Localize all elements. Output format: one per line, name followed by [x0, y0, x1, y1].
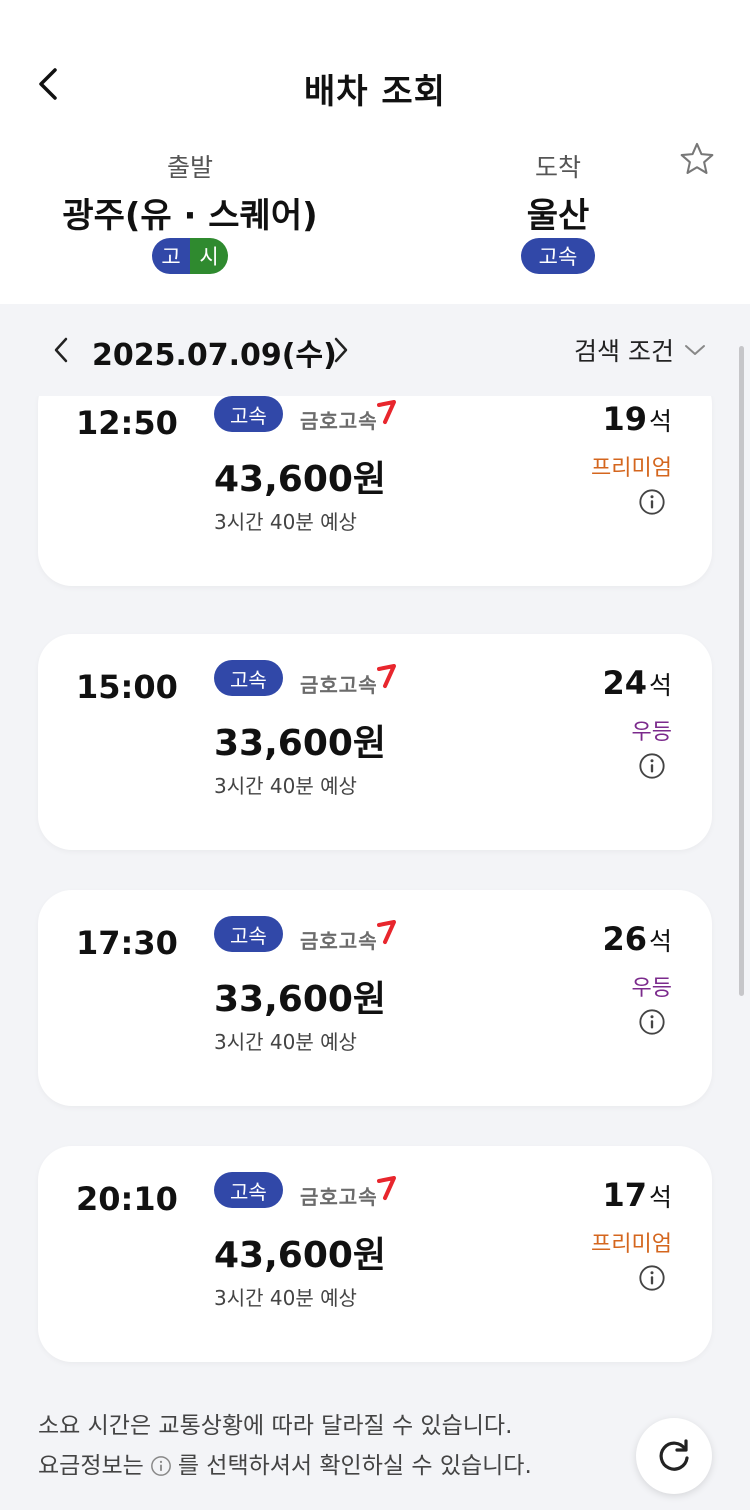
- departure-time: 20:10: [76, 1180, 178, 1218]
- bus-type-badge: 고속: [214, 916, 283, 952]
- remaining-seats: 26 석: [602, 920, 672, 958]
- info-icon: [639, 1009, 665, 1035]
- bus-type-badge: 고속: [214, 1172, 283, 1208]
- notice-line-2: 요금정보는 를 선택하셔서 확인하실 수 있습니다.: [38, 1446, 532, 1486]
- bus-grade: 우등: [631, 976, 672, 1001]
- fare-price: 33,600원: [214, 723, 387, 764]
- chevron-left-icon: [54, 337, 68, 363]
- schedule-list[interactable]: 12:50 고속 금호고속 43,600원 3시간 40분 예상 19 석 프리…: [0, 396, 750, 1390]
- departure-time: 12:50: [76, 404, 178, 442]
- chevron-right-icon: [334, 337, 348, 363]
- bus-company-name: 금호고속: [300, 929, 378, 953]
- selected-date[interactable]: 2025.07.09(수): [92, 330, 337, 374]
- bus-company-name: 금호고속: [300, 673, 378, 697]
- bus-company: 금호고속: [300, 920, 396, 954]
- seat-count: 24: [602, 664, 647, 702]
- fare-price: 43,600원: [214, 459, 387, 500]
- bus-company-name: 금호고속: [300, 1185, 378, 1209]
- seat-unit: 석: [648, 927, 672, 956]
- info-icon: [639, 1265, 665, 1291]
- bus-grade: 프리미엄: [591, 456, 672, 481]
- seat-count: 19: [602, 400, 647, 438]
- kumho-logo-icon: [376, 400, 396, 424]
- departure-time: 15:00: [76, 668, 178, 706]
- fare-info-button[interactable]: [638, 752, 666, 780]
- schedule-card[interactable]: 15:00 고속 금호고속 33,600원 3시간 40분 예상 24 석 우등: [38, 634, 712, 850]
- search-filter-button[interactable]: 검색 조건: [574, 332, 706, 368]
- page-title: 배차 조회: [304, 72, 446, 112]
- refresh-icon: [659, 1439, 689, 1471]
- bus-type-badge: 고속: [214, 660, 283, 696]
- notice-line-2-suffix: 를 선택하셔서 확인하실 수 있습니다.: [177, 1453, 532, 1479]
- seat-unit: 석: [648, 671, 672, 700]
- departure-label: 출발: [166, 153, 213, 182]
- fare-info-button[interactable]: [638, 1264, 666, 1292]
- departure-type-badge: 고 시: [152, 238, 228, 274]
- notice-line-2-prefix: 요금정보는: [38, 1453, 144, 1479]
- remaining-seats: 19 석: [602, 400, 672, 438]
- previous-date-button[interactable]: [46, 332, 76, 368]
- arrival-terminal[interactable]: 도착 울산 고속: [398, 148, 718, 274]
- scrollbar[interactable]: [739, 346, 744, 996]
- remaining-seats: 24 석: [602, 664, 672, 702]
- arrival-name: 울산: [526, 196, 590, 236]
- next-date-button[interactable]: [326, 332, 356, 368]
- schedule-card[interactable]: 12:50 고속 금호고속 43,600원 3시간 40분 예상 19 석 프리…: [38, 396, 712, 586]
- chevron-down-icon: [685, 345, 705, 355]
- bus-company-name: 금호고속: [300, 409, 378, 433]
- estimated-duration: 3시간 40분 예상: [214, 510, 357, 534]
- estimated-duration: 3시간 40분 예상: [214, 774, 357, 798]
- intercity-badge: 시: [190, 238, 228, 274]
- fare-info-button[interactable]: [638, 488, 666, 516]
- remaining-seats: 17 석: [602, 1176, 672, 1214]
- departure-name: 광주(유 · 스퀘어): [62, 196, 318, 236]
- date-bar: 2025.07.09(수) 검색 조건: [0, 304, 750, 396]
- arrival-label: 도착: [534, 153, 581, 182]
- fare-info-button[interactable]: [638, 1008, 666, 1036]
- seat-count: 26: [602, 920, 647, 958]
- header: 배차 조회 출발 광주(유 · 스퀘어) 고 시 도착 울산 고속: [0, 0, 750, 304]
- fare-price: 43,600원: [214, 1235, 387, 1276]
- bus-company: 금호고속: [300, 1176, 396, 1210]
- estimated-duration: 3시간 40분 예상: [214, 1286, 357, 1310]
- seat-unit: 석: [648, 407, 672, 436]
- info-icon: [639, 489, 665, 515]
- departure-time: 17:30: [76, 924, 178, 962]
- schedule-card[interactable]: 20:10 고속 금호고속 43,600원 3시간 40분 예상 17 석 프리…: [38, 1146, 712, 1362]
- bus-company: 금호고속: [300, 664, 396, 698]
- search-filter-label: 검색 조건: [574, 337, 674, 366]
- notice-text: 소요 시간은 교통상황에 따라 달라질 수 있습니다. 요금정보는 를 선택하셔…: [38, 1406, 532, 1486]
- bus-grade: 우등: [631, 720, 672, 745]
- departure-terminal[interactable]: 출발 광주(유 · 스퀘어) 고 시: [30, 148, 350, 274]
- bus-grade: 프리미엄: [591, 1232, 672, 1257]
- estimated-duration: 3시간 40분 예상: [214, 1030, 357, 1054]
- bus-company: 금호고속: [300, 400, 396, 434]
- express-badge: 고: [152, 238, 190, 274]
- express-badge: 고속: [520, 238, 596, 274]
- kumho-logo-icon: [376, 1176, 396, 1200]
- arrival-type-badge: 고속: [520, 238, 596, 274]
- kumho-logo-icon: [376, 920, 396, 944]
- seat-count: 17: [602, 1176, 647, 1214]
- info-icon: [639, 753, 665, 779]
- footer: 소요 시간은 교통상황에 따라 달라질 수 있습니다. 요금정보는 를 선택하셔…: [0, 1390, 750, 1510]
- bus-type-badge: 고속: [214, 396, 283, 432]
- refresh-button[interactable]: [636, 1418, 712, 1494]
- kumho-logo-icon: [376, 664, 396, 688]
- seat-unit: 석: [648, 1183, 672, 1212]
- schedule-card[interactable]: 17:30 고속 금호고속 33,600원 3시간 40분 예상 26 석 우등: [38, 890, 712, 1106]
- fare-price: 33,600원: [214, 979, 387, 1020]
- notice-line-1: 소요 시간은 교통상황에 따라 달라질 수 있습니다.: [38, 1413, 513, 1439]
- info-icon: [150, 1455, 172, 1477]
